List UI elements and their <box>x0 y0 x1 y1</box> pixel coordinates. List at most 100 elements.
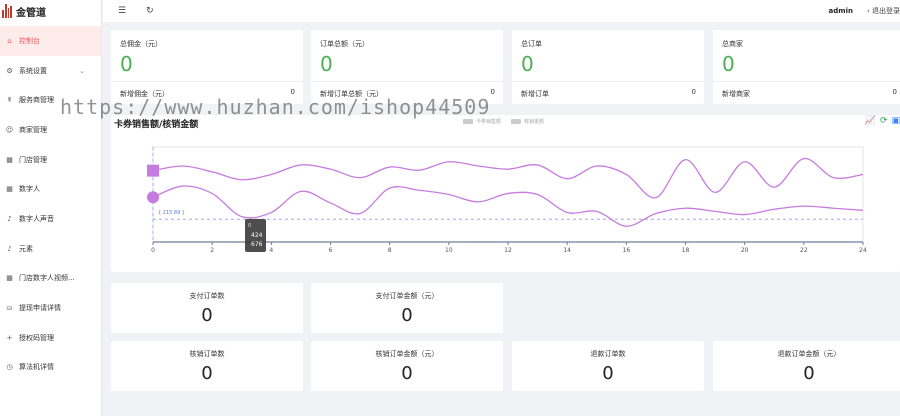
sidebar-item[interactable]: ☺ 商家管理 <box>0 115 101 145</box>
chart-title: 卡券销售额/核销金额 <box>114 120 199 130</box>
sidebar-item-label: 门店数字人视频... <box>19 274 75 283</box>
sidebar-item[interactable]: ⚙ 系统设置 ⌄ <box>0 56 101 86</box>
voice-icon: ♪ <box>7 214 12 223</box>
order-stat-card: 核销订单金额（元） 0 <box>311 341 503 391</box>
collapse-menu-icon[interactable]: ☰ <box>118 6 126 16</box>
series-line-1 <box>152 157 864 199</box>
service-icon: ☤ <box>7 96 12 105</box>
order-stat-title: 支付订单金额（元） <box>375 292 439 300</box>
divider <box>111 81 303 82</box>
order-stat-card: 支付订单金额（元） 0 <box>311 283 503 333</box>
stat-card: 订单总额（元） 0 新增订单总额（元） 0 <box>311 30 503 104</box>
x-tick-label: 6 <box>329 247 333 254</box>
order-stat-value: 0 <box>602 363 614 384</box>
sidebar-item[interactable]: ⌂ 控制台 <box>0 26 101 56</box>
tooltip-value: 424 <box>251 232 263 239</box>
line-chart-icon[interactable]: 📈 <box>865 116 876 126</box>
legend-item[interactable]: 核销金额 <box>511 118 544 125</box>
stat-sub-label: 新增商家 <box>722 90 750 98</box>
sidebar-item-label: 算法机详情 <box>19 363 54 372</box>
refresh-icon[interactable]: ↻ <box>146 6 154 16</box>
legend-swatch <box>511 119 522 124</box>
sidebar-item-label: 控制台 <box>19 36 40 45</box>
x-tick-label: 24 <box>859 247 867 254</box>
x-tick-label: 0 <box>151 247 155 254</box>
order-stat-value: 0 <box>803 363 815 384</box>
stat-sub-value: 0 <box>892 88 897 96</box>
stat-value: 0 <box>320 52 333 76</box>
sidebar-item-label: 服务商管理 <box>19 96 54 105</box>
x-tick-label: 10 <box>445 247 453 254</box>
topbar-right: admin ‹ 退出登录 <box>829 0 900 22</box>
sidebar-item[interactable]: ⛀ 提现申请详情 <box>0 293 101 323</box>
sidebar-item-label: 商家管理 <box>19 125 47 134</box>
tooltip-label: 0 <box>248 223 251 229</box>
auth-code-icon: + <box>6 333 13 342</box>
sidebar-item[interactable]: ♪ 元素 <box>0 234 101 264</box>
order-stat-card: 支付订单数 0 <box>111 283 303 333</box>
merchant-icon: ☺ <box>5 125 14 134</box>
series-marker-square <box>147 164 159 177</box>
sidebar-item[interactable]: ▦ 门店管理 <box>0 145 101 175</box>
order-stat-title: 退款订单数 <box>590 350 626 358</box>
order-stat-title: 支付订单数 <box>189 292 225 300</box>
x-tick-label: 20 <box>741 247 749 254</box>
sidebar-item-label: 提现申请详情 <box>19 304 61 313</box>
sidebar-item[interactable]: ☤ 服务商管理 <box>0 85 101 115</box>
x-tick-label: 4 <box>269 247 273 254</box>
order-stat-card: 退款订单金额（元） 0 <box>713 341 900 391</box>
user-name[interactable]: admin <box>829 7 853 15</box>
divider <box>512 81 704 82</box>
sidebar-item[interactable]: ▦ 数字人 <box>0 174 101 204</box>
stat-sub-label: 新增订单 <box>521 90 549 98</box>
order-stat-value: 0 <box>401 363 413 384</box>
mark-line-label: { 215.89 } <box>158 210 185 216</box>
line-chart: { 215.89 }0 2 4 6 8 10 12 14 16 18 20 22 240424676 <box>147 146 867 254</box>
sidebar-item-label: 数字人声音 <box>19 214 54 223</box>
stat-value: 0 <box>120 52 133 76</box>
restore-icon[interactable]: ⟳ <box>880 116 888 126</box>
order-stat-title: 退款订单金额（元） <box>777 350 841 358</box>
x-tick-label: 18 <box>682 247 690 254</box>
divider <box>311 81 503 82</box>
chevron-down-icon: ⌄ <box>79 66 85 75</box>
digital-human-icon: ▦ <box>6 185 13 194</box>
stat-sub-label: 新增订单总额（元） <box>320 90 383 98</box>
x-tick-label: 16 <box>623 247 631 254</box>
topbar: ☰ ↻ admin ‹ 退出登录 <box>103 0 900 22</box>
legend-swatch <box>463 119 473 124</box>
logo[interactable]: 金管道 <box>0 0 101 22</box>
logout-button[interactable]: ‹ 退出登录 <box>867 6 900 16</box>
stat-title: 总商家 <box>722 40 743 48</box>
algorithm-icon: ◷ <box>6 363 13 372</box>
stat-value: 0 <box>722 52 735 76</box>
divider <box>713 81 900 82</box>
stat-card: 总订单 0 新增订单 0 <box>512 30 704 104</box>
sidebar-item[interactable]: ◷ 算法机详情 <box>0 353 101 383</box>
stat-title: 总佣金（元） <box>120 40 162 48</box>
tooltip-value: 676 <box>251 241 263 248</box>
stat-sub-value: 0 <box>691 88 696 96</box>
stat-title: 总订单 <box>521 40 542 48</box>
settings-icon: ⚙ <box>6 66 13 75</box>
sidebar-item[interactable]: ♪ 数字人声音 <box>0 204 101 234</box>
stat-sub-value: 0 <box>490 88 495 96</box>
order-stat-card: 核销订单数 0 <box>111 341 303 391</box>
logout-label: 退出登录 <box>872 7 900 15</box>
series-marker-circle <box>147 191 159 204</box>
x-tick-label: 8 <box>388 247 392 254</box>
save-image-icon[interactable]: ▣ <box>891 116 900 126</box>
x-tick-label: 22 <box>800 247 808 254</box>
chart-toolbox: 📈 ⟳ ▣ <box>865 116 900 126</box>
sidebar-item-label: 系统设置 <box>19 66 47 75</box>
order-stat-title: 核销订单数 <box>189 350 225 358</box>
sidebar-item[interactable]: ▦ 门店数字人视频... <box>0 264 101 294</box>
sidebar: 金管道 ⌂ 控制台 ⚙ 系统设置 ⌄ ☤ 服务商管理 ☺ 商家管理 ▦ 门店管理 ▦ 数字人 ♪ 数字人声音… <box>0 0 102 416</box>
sidebar-item-label: 授权码管理 <box>19 333 54 342</box>
sidebar-item[interactable]: + 授权码管理 <box>0 323 101 353</box>
legend-item[interactable]: 卡券销售额 <box>463 118 501 125</box>
video-icon: ▦ <box>6 274 13 283</box>
stat-value: 0 <box>521 52 534 76</box>
chart-legend: 卡券销售额 核销金额 <box>463 118 544 125</box>
home-icon: ⌂ <box>7 36 12 45</box>
